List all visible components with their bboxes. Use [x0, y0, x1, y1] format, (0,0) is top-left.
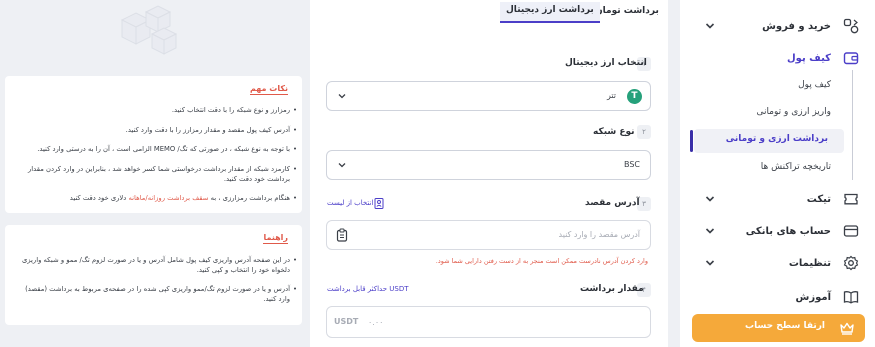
book-icon: [843, 291, 859, 304]
guide-item: در این صفحه آدرس واریزی کیف پول شامل آدر…: [14, 255, 297, 275]
address-book-icon[interactable]: [374, 198, 384, 209]
note-item-suffix: دلاری خود دقت کنید: [69, 194, 127, 202]
sidebar-item-wallet[interactable]: کیف پول: [680, 42, 875, 74]
upgrade-account-button[interactable]: ارتقا سطح حساب: [692, 314, 865, 342]
guide-item: آدرس و یا در صورت لزوم تگ/ممو واریزی کپی…: [14, 284, 297, 304]
bank-icon: [843, 225, 859, 237]
sidebar-subitem-label: کیف پول: [798, 80, 831, 90]
selected-indicator: [690, 130, 693, 152]
guide-panel: راهنما در این صفحه آدرس واریزی کیف پول ش…: [5, 225, 302, 325]
tab-crypto-withdraw[interactable]: برداشت ارز دیجیتال: [500, 2, 600, 23]
upgrade-label: ارتقا سطح حساب: [745, 321, 825, 331]
sidebar-subitem-wallet[interactable]: کیف پول: [680, 75, 875, 99]
chevron-down-icon: [705, 196, 715, 202]
note-item: آدرس کیف پول مقصد و مقدار رمزارز را با د…: [14, 125, 297, 135]
sidebar-subitem-label: واریز ارزی و تومانی: [756, 107, 831, 117]
sidebar-subitem-history[interactable]: تاریخچه تراکنش ها: [680, 157, 875, 181]
step-title: انتخاب ارز دیجیتال: [565, 58, 647, 68]
sidebar-item-label: تیکت: [806, 193, 831, 205]
sidebar-item-label: حساب های بانکی: [745, 225, 831, 237]
note-item-daily-limit: هنگام برداشت رمزارزی ، به سقف برداشت روز…: [14, 193, 297, 203]
crown-icon: [840, 322, 854, 335]
chevron-down-icon: [338, 94, 346, 99]
sidebar-subitem-withdraw[interactable]: برداشت ارزی و تومانی: [694, 129, 844, 153]
sidebar-item-label: آموزش: [795, 291, 831, 303]
tab-toman-withdraw[interactable]: برداشت تومان: [595, 6, 659, 16]
note-item-prefix: هنگام برداشت رمزارزی ، به: [210, 194, 290, 202]
sidebar-item-ticket[interactable]: تیکت: [680, 183, 875, 215]
step-title: نوع شبکه: [593, 127, 635, 137]
crypto-select-value: تتر: [606, 91, 616, 100]
notes-panel: نکات مهم رمزارز و نوع شبکه را با دقت انت…: [5, 76, 302, 213]
network-select[interactable]: BSC: [326, 150, 651, 180]
chevron-down-icon: [705, 228, 715, 234]
guide-title: راهنما: [263, 233, 288, 244]
cubes-illustration: [112, 0, 190, 62]
note-item: کارمزد شبکه از مقدار برداشت درخواستی شما…: [14, 164, 297, 184]
trade-icon: [843, 18, 859, 34]
sidebar-item-label: تنظیمات: [788, 257, 831, 269]
chevron-down-icon: [705, 260, 715, 266]
sidebar-item-trade[interactable]: خرید و فروش: [680, 10, 875, 42]
tether-icon: T: [627, 89, 642, 104]
destination-placeholder: آدرس مقصد را وارد کنید: [558, 230, 641, 239]
network-select-value: BSC: [623, 160, 640, 169]
sidebar-item-bank-accounts[interactable]: حساب های بانکی: [680, 215, 875, 247]
chevron-down-icon: [338, 163, 346, 168]
max-withdraw-link[interactable]: حداکثر قابل برداشت USDT: [327, 285, 409, 293]
sidebar-subitem-label: برداشت ارزی و تومانی: [725, 134, 828, 144]
sidebar-item-label: کیف پول: [787, 52, 831, 64]
wallet-icon: [843, 52, 859, 65]
address-warning: وارد کردن آدرس نادرست ممکن است منجر به ا…: [435, 257, 648, 265]
ticket-icon: [844, 193, 858, 205]
notes-title: نکات مهم: [250, 84, 288, 95]
sidebar-subitem-label: تاریخچه تراکنش ها: [760, 162, 831, 172]
step-title: مقدار برداشت: [580, 284, 644, 294]
amount-placeholder: ۰.۰۰: [368, 318, 384, 327]
sidebar-item-settings[interactable]: تنظیمات: [680, 247, 875, 279]
note-item: رمزارز و نوع شبکه را با دقت انتخاب کنید.: [14, 105, 297, 115]
sidebar-item-label: خرید و فروش: [762, 20, 831, 32]
step-number: ۲: [637, 125, 651, 139]
select-from-list-link[interactable]: انتخاب از لیست: [327, 199, 373, 207]
destination-address-input[interactable]: آدرس مقصد را وارد کنید: [326, 220, 651, 250]
crypto-select[interactable]: T تتر: [326, 81, 651, 111]
step-title: آدرس مقصد: [585, 198, 640, 208]
note-item: با توجه به نوع شبکه ، در صورتی که تگ/ ME…: [14, 144, 297, 154]
sidebar-item-education[interactable]: آموزش: [680, 281, 875, 313]
chevron-down-icon: [705, 23, 715, 29]
sidebar-subitem-deposit[interactable]: واریز ارزی و تومانی: [680, 102, 875, 126]
paste-icon[interactable]: [335, 228, 349, 242]
note-item-limit-link: سقف برداشت روزانه/ماهانه: [128, 194, 209, 202]
amount-currency: USDT: [334, 317, 359, 326]
gear-icon: [843, 255, 859, 271]
